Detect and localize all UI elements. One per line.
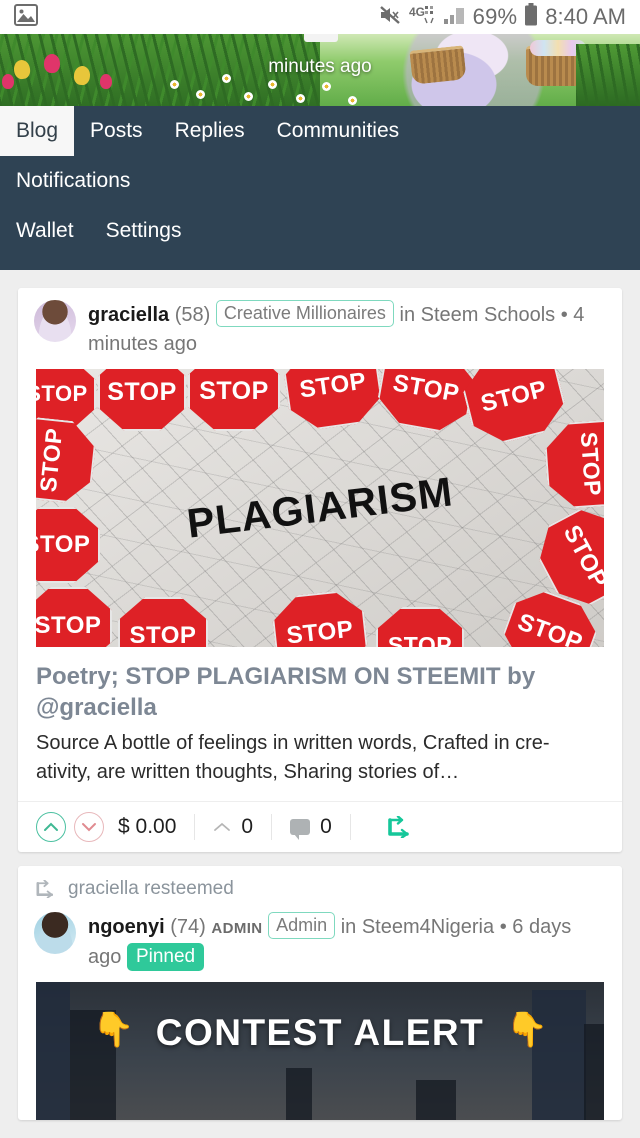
post-community[interactable]: in Steem4Nigeria	[341, 916, 494, 938]
resteem-indicator: graciella resteemed	[18, 866, 622, 900]
profile-cover-image: minutes ago	[0, 34, 640, 106]
tab-wallet[interactable]: Wallet	[0, 206, 90, 256]
nav-row-notifications: Notifications	[0, 156, 640, 206]
nav-row-secondary: Wallet Settings	[0, 206, 640, 256]
meta-separator: •	[499, 916, 507, 938]
resteem-arrow-icon	[387, 816, 409, 838]
post-header: graciella (58) Creative Millionaires in …	[18, 288, 622, 363]
footer-divider	[349, 814, 351, 840]
post-summary: Source A bottle of feelings in written w…	[36, 732, 550, 783]
cover-daisy	[296, 94, 305, 103]
post-feed: graciella (58) Creative Millionaires in …	[0, 270, 640, 1120]
svg-text:4G: 4G	[409, 5, 425, 19]
tab-settings[interactable]: Settings	[90, 206, 198, 256]
role-badge[interactable]: Admin	[268, 912, 336, 939]
clock-label: 8:40 AM	[545, 4, 626, 29]
post-votes[interactable]: 0	[213, 815, 253, 839]
avatar[interactable]	[34, 912, 76, 954]
post-image[interactable]: 👇 👇 CONTEST ALERT	[36, 982, 604, 1120]
image-icon	[14, 3, 38, 31]
chevron-down-icon	[82, 823, 96, 832]
post-reputation: (58)	[174, 304, 211, 326]
community-badge[interactable]: Creative Millionaires	[215, 300, 394, 327]
resteem-label: graciella resteemed	[68, 878, 234, 899]
post-meta: graciella (58) Creative Millionaires in …	[88, 300, 606, 359]
post-card[interactable]: graciella resteemed ngoenyi (74) ADMIN A…	[18, 866, 622, 1120]
tab-replies[interactable]: Replies	[159, 106, 261, 156]
skyline-building	[416, 1080, 456, 1120]
app-root: 4G 69% 8:40 AM minutes ago Blog Posts Re…	[0, 0, 640, 1138]
post-payout[interactable]: $ 0.00	[118, 815, 176, 839]
footer-divider	[271, 814, 273, 840]
cover-daisy	[268, 80, 277, 89]
cover-daisy	[348, 96, 357, 105]
post-votes-count: 0	[241, 815, 254, 838]
chevron-up-icon	[214, 822, 231, 831]
avatar[interactable]	[34, 300, 76, 342]
downvote-button[interactable]	[74, 812, 104, 842]
status-bar: 4G 69% 8:40 AM	[0, 0, 640, 34]
post-community[interactable]: in Steem Schools	[400, 304, 556, 326]
cover-daisy	[244, 92, 253, 101]
post-comments[interactable]: 0	[290, 815, 332, 840]
nav-row-primary: Blog Posts Replies Communities	[0, 106, 640, 156]
footer-divider	[194, 814, 196, 840]
post-footer: $ 0.00 0 0	[18, 801, 622, 852]
post-image[interactable]: STOP STOP STOP STOP STOP STOP STOP STOP …	[36, 369, 604, 647]
profile-nav: Blog Posts Replies Communities Notificat…	[0, 106, 640, 270]
battery-icon	[524, 2, 538, 32]
cover-daisy	[196, 90, 205, 99]
post-comments-count: 0	[320, 815, 332, 838]
pinned-badge: Pinned	[126, 943, 205, 971]
post-title[interactable]: Poetry; STOP PLAGIARISM ON STEEMIT by @g…	[18, 647, 622, 723]
post-author[interactable]: ngoenyi	[88, 916, 165, 938]
post-header: ngoenyi (74) ADMIN Admin in Steem4Nigeri…	[18, 900, 622, 976]
cover-overlay-text: minutes ago	[268, 56, 372, 77]
cover-clipped-element	[304, 34, 338, 42]
post-meta: ngoenyi (74) ADMIN Admin in Steem4Nigeri…	[88, 912, 606, 972]
resteem-arrow-icon	[36, 880, 54, 898]
battery-percent-label: 69%	[472, 4, 518, 29]
post-image-text: CONTEST ALERT	[155, 1012, 485, 1053]
status-bar-left	[14, 3, 38, 31]
post-reputation: (74)	[170, 916, 206, 938]
signal-bars-icon	[442, 4, 466, 31]
status-bar-right: 4G 69% 8:40 AM	[378, 2, 626, 32]
chevron-up-icon	[44, 822, 58, 831]
tab-communities[interactable]: Communities	[261, 106, 416, 156]
speech-bubble-icon	[290, 819, 311, 840]
post-card[interactable]: graciella (58) Creative Millionaires in …	[18, 288, 622, 852]
post-role: ADMIN	[211, 920, 263, 937]
cover-daisy	[322, 82, 331, 91]
mute-icon	[378, 4, 402, 31]
tab-posts[interactable]: Posts	[74, 106, 159, 156]
4g-lte-icon: 4G	[409, 4, 435, 31]
skyline-building	[286, 1068, 312, 1120]
tab-blog[interactable]: Blog	[0, 106, 75, 156]
resteem-button[interactable]	[387, 816, 413, 838]
cover-daisy	[170, 80, 179, 89]
meta-separator: •	[560, 304, 568, 326]
upvote-button[interactable]	[36, 812, 66, 842]
tab-notifications[interactable]: Notifications	[0, 156, 146, 206]
post-author[interactable]: graciella	[88, 304, 169, 326]
